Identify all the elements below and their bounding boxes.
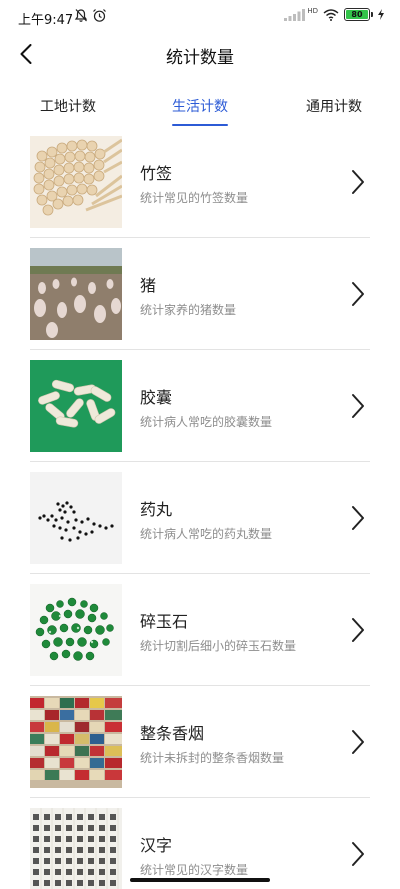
count-category-list: 竹签 统计常见的竹签数量 猪 统计家养的猪数量 胶囊 统计病人常吃的胶囊数量 药…	[30, 126, 370, 889]
item-title: 碎玉石	[140, 612, 189, 631]
battery-level: 80	[346, 10, 368, 19]
item-subtitle: 统计常见的汉字数量	[140, 863, 249, 877]
chevron-right-icon	[352, 506, 364, 530]
home-indicator[interactable]	[130, 878, 270, 882]
network-label: HD	[307, 6, 318, 15]
list-item-jade-pieces[interactable]: 碎玉石 统计切割后细小的碎玉石数量	[30, 574, 370, 686]
tab-label: 生活计数	[172, 99, 228, 115]
tab-label: 通用计数	[306, 99, 362, 115]
item-subtitle: 统计切割后细小的碎玉石数量	[140, 639, 297, 653]
tab-construction-count[interactable]: 工地计数	[40, 88, 96, 128]
list-item-cigarette-cartons[interactable]: 整条香烟 统计未拆封的整条香烟数量	[30, 686, 370, 798]
item-subtitle: 统计病人常吃的胶囊数量	[140, 415, 273, 429]
item-title: 整条香烟	[140, 724, 205, 743]
chevron-right-icon	[352, 170, 364, 194]
alarm-icon	[93, 9, 106, 22]
page-title: 统计数量	[166, 48, 234, 68]
tab-life-count[interactable]: 生活计数	[172, 88, 228, 128]
chevron-right-icon	[352, 394, 364, 418]
item-subtitle: 统计常见的竹签数量	[140, 191, 249, 205]
mute-icon	[74, 9, 88, 22]
item-title: 胶囊	[140, 388, 173, 407]
bamboo-sticks-image	[30, 136, 122, 228]
pills-image	[30, 472, 122, 564]
tab-label: 工地计数	[40, 99, 96, 115]
list-item-chinese-characters[interactable]: 汉字 统计常见的汉字数量	[30, 798, 370, 889]
item-title: 竹签	[140, 164, 173, 183]
capsules-image	[30, 360, 122, 452]
tab-general-count[interactable]: 通用计数	[306, 88, 362, 128]
item-subtitle: 统计病人常吃的药丸数量	[140, 527, 273, 541]
chinese-characters-image	[30, 808, 122, 889]
item-title: 药丸	[140, 500, 173, 519]
list-item-pigs[interactable]: 猪 统计家养的猪数量	[30, 238, 370, 350]
wifi-icon	[323, 8, 339, 21]
signal-icon	[284, 8, 306, 21]
item-title: 猪	[140, 276, 157, 295]
list-item-capsules[interactable]: 胶囊 统计病人常吃的胶囊数量	[30, 350, 370, 462]
item-subtitle: 统计家养的猪数量	[140, 303, 237, 317]
chevron-right-icon	[352, 842, 364, 866]
status-time: 上午9:47	[18, 13, 74, 28]
battery-icon: 80	[344, 8, 373, 21]
item-subtitle: 统计未拆封的整条香烟数量	[140, 751, 285, 765]
chevron-right-icon	[352, 730, 364, 754]
item-title: 汉字	[140, 836, 173, 855]
header: 统计数量	[0, 34, 400, 74]
status-bar: 上午9:47 HD 80	[0, 0, 400, 34]
cigarette-cartons-image	[30, 696, 122, 788]
list-item-bamboo-sticks[interactable]: 竹签 统计常见的竹签数量	[30, 126, 370, 238]
list-item-pills[interactable]: 药丸 统计病人常吃的药丸数量	[30, 462, 370, 574]
tab-bar: 工地计数 生活计数 通用计数	[0, 88, 400, 128]
chevron-right-icon	[352, 618, 364, 642]
chevron-right-icon	[352, 282, 364, 306]
charging-icon	[378, 9, 384, 20]
pigs-image	[30, 248, 122, 340]
jade-pieces-image	[30, 584, 122, 676]
